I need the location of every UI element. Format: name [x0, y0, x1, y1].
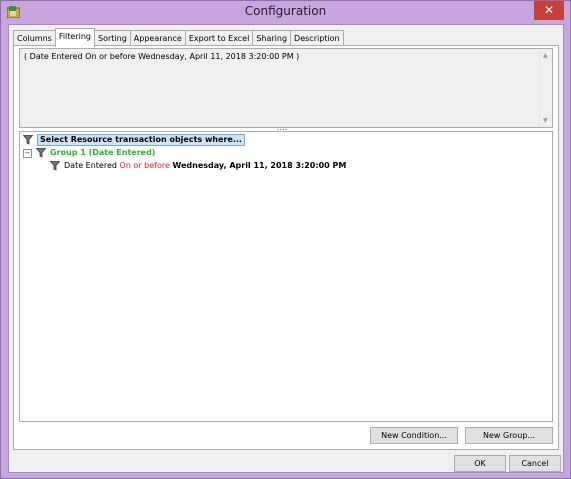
filter-summary-box[interactable]: ( Date Entered On or before Wednesday, A…: [19, 48, 553, 128]
funnel-icon: [36, 148, 46, 158]
window-title: Configuration: [244, 4, 327, 18]
funnel-icon: [23, 135, 33, 145]
tree-condition-row[interactable]: Date Entered On or before Wednesday, Apr…: [50, 161, 350, 173]
tree-group-row[interactable]: − Group 1 (Date Entered): [23, 148, 183, 160]
filter-summary-text: ( Date Entered On or before Wednesday, A…: [24, 52, 300, 61]
condition-operator[interactable]: On or before: [120, 161, 170, 170]
tab-columns[interactable]: Columns: [13, 30, 56, 46]
filtering-panel: ( Date Entered On or before Wednesday, A…: [13, 45, 559, 450]
funnel-icon: [50, 161, 60, 171]
tab-appearance[interactable]: Appearance: [129, 30, 186, 46]
condition-field[interactable]: Date Entered: [64, 161, 117, 170]
tab-filtering[interactable]: Filtering: [54, 28, 95, 47]
scroll-down-icon[interactable]: ▼: [543, 117, 548, 124]
group-label: Group 1 (Date Entered): [50, 148, 156, 157]
collapse-icon[interactable]: −: [23, 149, 32, 158]
dialog-body: Columns Filtering Sorting Appearance Exp…: [8, 24, 564, 473]
new-condition-button[interactable]: New Condition...: [370, 427, 458, 444]
tab-sorting[interactable]: Sorting: [94, 30, 131, 46]
filter-tree: Select Resource transaction objects wher…: [19, 131, 553, 422]
scroll-up-icon[interactable]: ▲: [543, 52, 548, 59]
title-bar[interactable]: Configuration ✕: [1, 1, 570, 24]
tree-root-label: Select Resource transaction objects wher…: [37, 134, 245, 146]
summary-scrollbar[interactable]: ▲ ▼: [539, 49, 552, 127]
tab-sharing[interactable]: Sharing: [252, 30, 292, 46]
tree-root-row[interactable]: Select Resource transaction objects wher…: [23, 134, 245, 147]
tab-export-to-excel[interactable]: Export to Excel: [184, 30, 254, 46]
tab-strip: Columns Filtering Sorting Appearance Exp…: [13, 28, 344, 47]
new-group-button[interactable]: New Group...: [465, 427, 553, 444]
configuration-window: Configuration ✕ Columns Filtering Sortin…: [0, 0, 571, 479]
cancel-button[interactable]: Cancel: [509, 455, 561, 472]
close-button[interactable]: ✕: [534, 1, 564, 20]
ok-button[interactable]: OK: [454, 455, 506, 472]
condition-value[interactable]: Wednesday, April 11, 2018 3:20:00 PM: [172, 161, 346, 170]
tab-description[interactable]: Description: [290, 30, 344, 46]
